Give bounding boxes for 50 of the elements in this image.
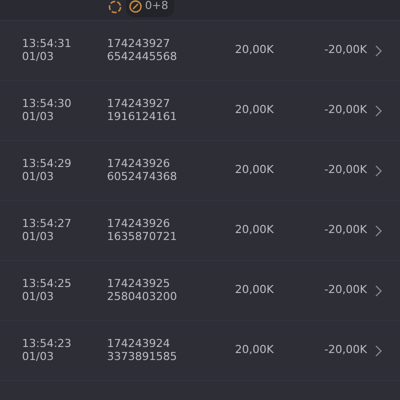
- date-text: 01/03: [22, 110, 55, 124]
- transaction-row[interactable]: 13:54:31 01/03 174243927 6542445568 20,00K -20,00K: [0, 20, 400, 80]
- date-text: 01/03: [22, 290, 55, 304]
- date-text: 01/03: [22, 170, 55, 184]
- date-text: 01/03: [22, 230, 55, 244]
- id-text: 174243926: [107, 158, 171, 170]
- amount-text: 20,00K: [235, 284, 275, 297]
- spinner-icon: [108, 0, 122, 14]
- id-text: 3373891585: [107, 350, 178, 364]
- amount-text: 20,00K: [235, 344, 275, 357]
- id-text: 2580403200: [107, 290, 178, 304]
- result-text: -20,00K: [323, 284, 367, 297]
- id-text: 1916124161: [107, 110, 178, 124]
- chevron-icon: [375, 224, 382, 236]
- result-text: -20,00K: [323, 224, 367, 237]
- time-text: 13:54:30: [22, 98, 72, 110]
- time-text: 13:54:23: [22, 338, 72, 350]
- result-text: -20,00K: [323, 104, 367, 117]
- badge-count: 0+8: [145, 0, 168, 14]
- id-text: 174243924: [107, 338, 171, 350]
- time-text: 13:54:25: [22, 278, 72, 290]
- time-text: 13:54:29: [22, 158, 72, 170]
- result-text: -20,00K: [323, 344, 367, 357]
- id-text: 174243927: [107, 38, 171, 50]
- transaction-row[interactable]: 13:54:29 01/03 174243926 6052474368 20,00K -20,00K: [0, 140, 400, 200]
- id-text: 6052474368: [107, 170, 178, 184]
- amount-text: 20,00K: [235, 44, 275, 57]
- amount-text: 20,00K: [235, 164, 275, 177]
- chevron-icon: [375, 164, 382, 176]
- chevron-icon: [375, 284, 382, 296]
- id-text: 174243926: [107, 218, 171, 230]
- amount-text: 20,00K: [235, 104, 275, 117]
- transaction-row[interactable]: 13:54:23 01/03 174243924 3373891585 20,00K -20,00K: [0, 320, 400, 380]
- chevron-icon: [375, 344, 382, 356]
- id-text: 174243925: [107, 278, 171, 290]
- id-text: 174243927: [107, 98, 171, 110]
- id-text: 6542445568: [107, 50, 178, 64]
- amount-text: 20,00K: [235, 224, 275, 237]
- transaction-row[interactable]: 13:54:25 01/03 174243925 2580403200 20,00K -20,00K: [0, 260, 400, 320]
- id-text: 1635870721: [107, 230, 178, 244]
- transaction-row[interactable]: 13:54:27 01/03 174243926 1635870721 20,00K -20,00K: [0, 200, 400, 260]
- chevron-icon: [375, 44, 382, 56]
- date-text: 01/03: [22, 350, 55, 364]
- time-text: 13:54:27: [22, 218, 72, 230]
- result-text: -20,00K: [323, 44, 367, 57]
- time-text: 13:54:31: [22, 38, 72, 50]
- transaction-row[interactable]: 13:54:30 01/03 174243927 1916124161 20,00K -20,00K: [0, 80, 400, 140]
- date-text: 01/03: [22, 50, 55, 64]
- result-text: -20,00K: [323, 164, 367, 177]
- chevron-icon: [375, 104, 382, 116]
